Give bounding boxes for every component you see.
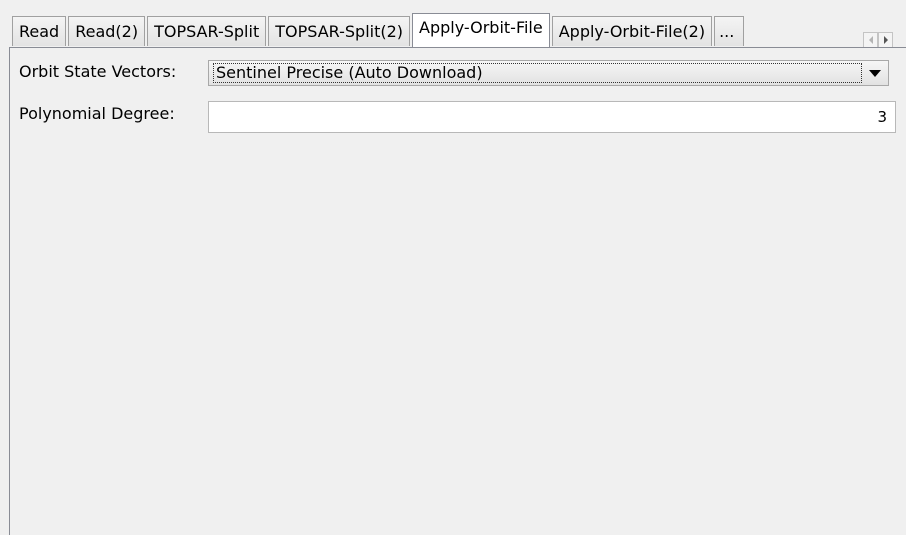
tab-read[interactable]: Read [12, 16, 67, 46]
arrow-right-icon [883, 36, 888, 44]
tab-label: ... [719, 22, 735, 41]
polynomial-degree-field[interactable]: 3 [208, 101, 896, 133]
polynomial-degree-label: Polynomial Degree: [19, 104, 175, 123]
polynomial-degree-value: 3 [877, 108, 887, 126]
arrow-left-icon [868, 36, 873, 44]
app-root: Read Read(2) TOPSAR-Split TOPSAR-Split(2… [0, 0, 906, 535]
tab-scroll-buttons [863, 32, 893, 48]
orbit-state-vectors-dropdown[interactable]: Sentinel Precise (Auto Download) [208, 60, 889, 86]
tab-apply-orbit-file[interactable]: Apply-Orbit-File [412, 13, 550, 47]
tab-label: Apply-Orbit-File(2) [558, 22, 706, 41]
tab-content-panel: Orbit State Vectors: Sentinel Precise (A… [9, 47, 906, 535]
tab-scroll-right-button[interactable] [878, 32, 893, 48]
tab-label: Read(2) [75, 22, 139, 41]
polynomial-row: Polynomial Degree: [19, 104, 175, 123]
tab-topsar-split-2[interactable]: TOPSAR-Split(2) [268, 16, 411, 46]
orbit-state-vectors-value: Sentinel Precise (Auto Download) [213, 63, 862, 83]
tab-read-2[interactable]: Read(2) [68, 16, 146, 46]
chevron-down-icon [869, 69, 881, 77]
tab-label: Apply-Orbit-File [419, 18, 543, 37]
tab-label: Read [19, 22, 60, 41]
tab-strip: Read Read(2) TOPSAR-Split TOPSAR-Split(2… [12, 13, 746, 47]
tab-overflow[interactable]: ... [714, 16, 745, 46]
tab-label: TOPSAR-Split(2) [275, 22, 404, 41]
tab-scroll-left-button[interactable] [863, 32, 878, 48]
dropdown-button[interactable] [862, 61, 888, 85]
orbit-state-vectors-label: Orbit State Vectors: [19, 62, 177, 81]
tab-topsar-split[interactable]: TOPSAR-Split [147, 16, 267, 46]
tab-apply-orbit-file-2[interactable]: Apply-Orbit-File(2) [551, 16, 713, 46]
orbit-row: Orbit State Vectors: [19, 62, 176, 81]
tab-label: TOPSAR-Split [154, 22, 260, 41]
